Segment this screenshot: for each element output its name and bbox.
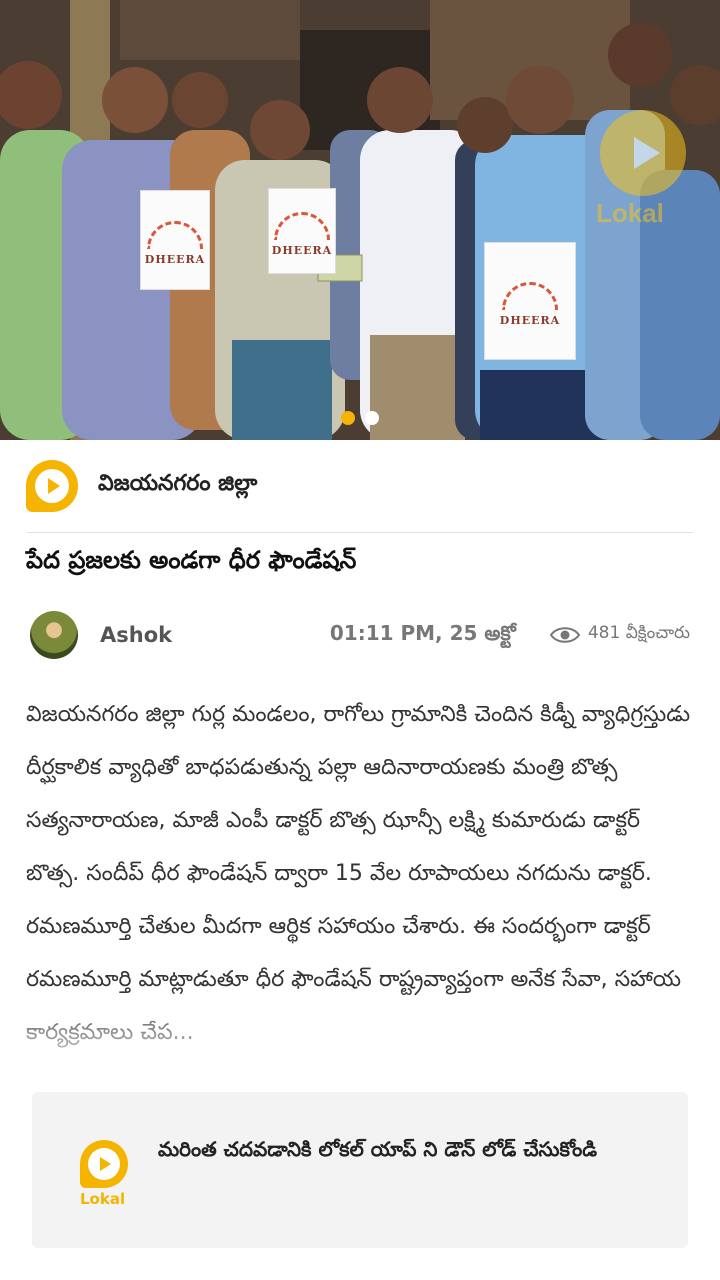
- author-row: Ashok 01:11 PM, 25 అక్టో 481 వీక్షించారు: [30, 610, 690, 660]
- pamphlet-text: DHEERA: [144, 252, 206, 266]
- category-label: విజయనగరం జిల్లా: [98, 471, 258, 496]
- play-icon: [600, 110, 686, 196]
- watermark-label: Lokal: [596, 198, 664, 228]
- article-photo[interactable]: DHEERA DHEERA DHEERA Lokal: [0, 0, 720, 440]
- lokal-logo: Lokal: [80, 1140, 130, 1208]
- carousel-dot-active[interactable]: [341, 411, 355, 425]
- category-row[interactable]: విజయనగరం జిల్లా: [26, 459, 257, 513]
- lokal-watermark: Lokal: [596, 110, 696, 240]
- carousel-indicator: [0, 411, 720, 425]
- dheera-pamphlet-2: DHEERA: [268, 188, 336, 274]
- text-fade-overlay: [0, 990, 720, 1050]
- article-headline: పేద ప్రజలకు అండగా ధీర ఫౌండేషన్: [26, 546, 357, 574]
- divider: [26, 532, 694, 533]
- eye-icon: [549, 627, 580, 643]
- pamphlet-text: DHEERA: [271, 243, 333, 257]
- dheera-pamphlet-3: DHEERA: [484, 242, 576, 360]
- download-app-banner[interactable]: Lokal మరింత చదవడానికి లోకల్ యాప్ ని డౌన్…: [32, 1092, 688, 1248]
- dheera-pamphlet-1: DHEERA: [140, 190, 210, 290]
- author-avatar[interactable]: [30, 611, 78, 659]
- download-app-text[interactable]: మరింత చదవడానికి లోకల్ యాప్ ని డౌన్ లోడ్ …: [158, 1122, 658, 1176]
- lokal-logo-label: Lokal: [80, 1190, 126, 1208]
- carousel-dot[interactable]: [365, 411, 379, 425]
- publish-time: 01:11 PM, 25 అక్టో: [329, 620, 516, 645]
- lokal-play-icon: [26, 460, 78, 512]
- lokal-play-icon: [80, 1140, 128, 1188]
- view-count: 481 వీక్షించారు: [549, 623, 690, 647]
- author-name[interactable]: Ashok: [100, 623, 172, 647]
- pamphlet-text: DHEERA: [499, 313, 561, 327]
- view-count-label: 481 వీక్షించారు: [587, 623, 690, 643]
